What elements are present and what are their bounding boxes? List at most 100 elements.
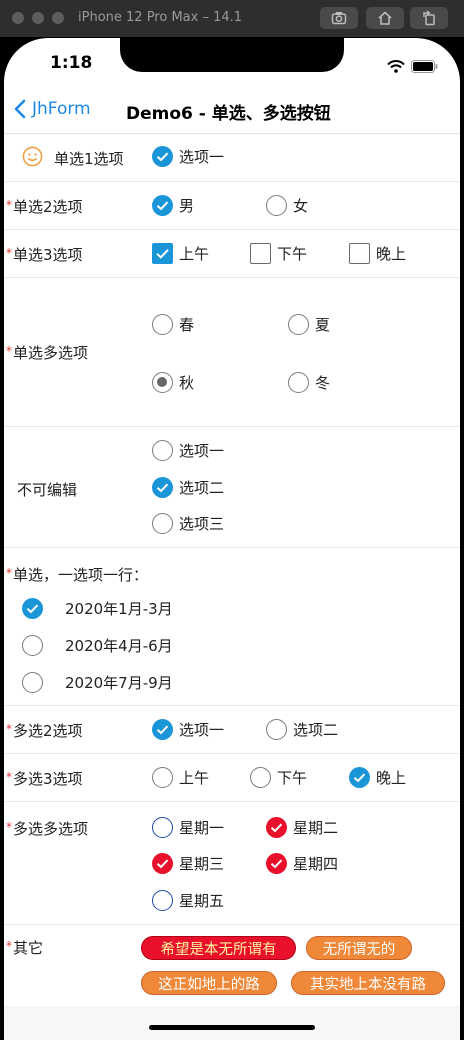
option-label: 女 [293, 197, 309, 215]
option-label: 下午 [277, 245, 308, 263]
multi-option[interactable]: 下午 [250, 767, 307, 788]
option-label: 星期四 [293, 855, 339, 873]
option-label: 选项一 [179, 442, 225, 460]
form-row-readonly: 不可编辑 选项一 选项二 选项三 [4, 427, 460, 548]
rotate-button[interactable] [410, 7, 448, 29]
tag-chip[interactable]: 这正如地上的路 [141, 971, 277, 995]
radio-checked-icon [152, 195, 173, 216]
radio-option[interactable]: 男 [152, 195, 194, 216]
radio-unchecked-icon [22, 672, 43, 693]
radio-option[interactable]: 冬 [288, 372, 330, 393]
empty-circle-icon [266, 719, 287, 740]
screenshot-button[interactable] [320, 7, 358, 29]
page-title: Demo6 - 单选、多选按钮 [126, 104, 331, 124]
check-circle-icon [152, 719, 173, 740]
required-mark: * [6, 198, 12, 212]
status-icons [387, 56, 438, 75]
option-label: 选项二 [179, 479, 225, 497]
form-row-seasons: *单选多选项 春 夏 秋 冬 [4, 278, 460, 427]
multi-option[interactable]: 星期四 [266, 853, 338, 874]
multi-option[interactable]: 星期二 [266, 817, 338, 838]
option-label: 星期三 [179, 855, 225, 873]
option-label: 春 [179, 316, 195, 334]
option-label: 夏 [315, 316, 331, 334]
checkbox-unchecked-icon [349, 243, 370, 264]
multi-option[interactable]: 星期三 [152, 853, 224, 874]
status-time: 1:18 [50, 53, 93, 73]
radio-unchecked-icon [152, 440, 173, 461]
home-indicator[interactable] [149, 1025, 315, 1030]
check-circle-icon [349, 767, 370, 788]
multi-option[interactable]: 上午 [152, 767, 209, 788]
option-label: 选项一 [179, 721, 225, 739]
radio-checked-icon [152, 477, 173, 498]
radio-option[interactable]: 夏 [288, 314, 330, 335]
form-row-radio2: *单选2选项 男 女 [4, 182, 460, 230]
radio-option[interactable]: 2020年4月-6月 [22, 635, 173, 656]
simulator-title: iPhone 12 Pro Max – 14.1 [78, 10, 243, 25]
option-label: 晚上 [376, 245, 407, 263]
field-label: *多选3选项 [6, 770, 83, 788]
empty-circle-icon [152, 890, 173, 911]
tag-chip[interactable]: 无所谓无的 [306, 936, 412, 960]
form-row-quarters: *单选，一选项一行： 2020年1月-3月 2020年4月-6月 2020年7月… [4, 548, 460, 706]
radio-option[interactable]: 2020年1月-3月 [22, 598, 173, 619]
window-minimize-dot[interactable] [32, 12, 44, 24]
form-row-multi3: *多选3选项 上午 下午 晚上 [4, 754, 460, 802]
multi-option[interactable]: 选项一 [152, 719, 224, 740]
field-label: 单选1选项 [54, 150, 124, 168]
radio-option[interactable]: 春 [152, 314, 194, 335]
radio-option[interactable]: 2020年7月-9月 [22, 672, 173, 693]
multi-option[interactable]: 星期五 [152, 890, 224, 911]
radio-unchecked-icon [152, 314, 173, 335]
radio-unchecked-icon [288, 372, 309, 393]
bottom-safe-area [4, 1006, 460, 1040]
option-label: 2020年7月-9月 [65, 674, 173, 692]
multi-option[interactable]: 星期一 [152, 817, 224, 838]
multi-option[interactable]: 选项二 [266, 719, 338, 740]
option-label: 选项三 [179, 515, 225, 533]
option-label: 上午 [179, 769, 210, 787]
window-close-dot[interactable] [12, 12, 24, 24]
checkbox-unchecked-icon [250, 243, 271, 264]
tag-chip[interactable]: 希望是本无所谓有 [141, 936, 296, 960]
option-label: 上午 [179, 245, 210, 263]
required-mark: * [6, 722, 12, 736]
radio-option[interactable]: 选项一 [152, 146, 224, 167]
option-label: 冬 [315, 374, 331, 392]
back-button[interactable]: JhForm [14, 98, 91, 120]
radio-option[interactable]: 女 [266, 195, 308, 216]
option-label: 星期五 [179, 892, 225, 910]
required-mark: * [6, 820, 12, 834]
field-label: *单选，一选项一行： [6, 566, 149, 584]
required-mark: * [6, 246, 12, 260]
tag-chip[interactable]: 其实地上本没有路 [291, 971, 445, 995]
home-button[interactable] [366, 7, 404, 29]
checkbox-option[interactable]: 下午 [250, 243, 307, 264]
option-label: 星期二 [293, 819, 339, 837]
checkbox-option[interactable]: 晚上 [349, 243, 406, 264]
required-mark: * [6, 566, 12, 580]
rotate-icon [423, 10, 435, 26]
chevron-left-icon [14, 99, 26, 119]
home-icon [378, 11, 392, 25]
check-circle-red-icon [152, 853, 173, 874]
window-zoom-dot[interactable] [52, 12, 64, 24]
phone-frame: 1:18 JhForm Demo6 - 单选、多选按钮 单选1选项 选项一 *单… [0, 37, 464, 1040]
option-label: 晚上 [376, 769, 407, 787]
option-label: 下午 [277, 769, 308, 787]
multi-option[interactable]: 晚上 [349, 767, 406, 788]
field-label: *其它 [6, 939, 44, 957]
checkbox-option[interactable]: 上午 [152, 243, 209, 264]
radio-unchecked-icon [288, 314, 309, 335]
checkbox-checked-icon [152, 243, 173, 264]
field-label: *单选3选项 [6, 246, 83, 264]
check-circle-red-icon [266, 853, 287, 874]
required-mark: * [6, 939, 12, 953]
option-label: 星期一 [179, 819, 225, 837]
radio-option[interactable]: 秋 [152, 372, 194, 393]
form-row-radio3: *单选3选项 上午 下午 晚上 [4, 230, 460, 278]
empty-circle-icon [152, 767, 173, 788]
form-row-multi2: *多选2选项 选项一 选项二 [4, 706, 460, 754]
option-label: 选项一 [179, 148, 225, 166]
